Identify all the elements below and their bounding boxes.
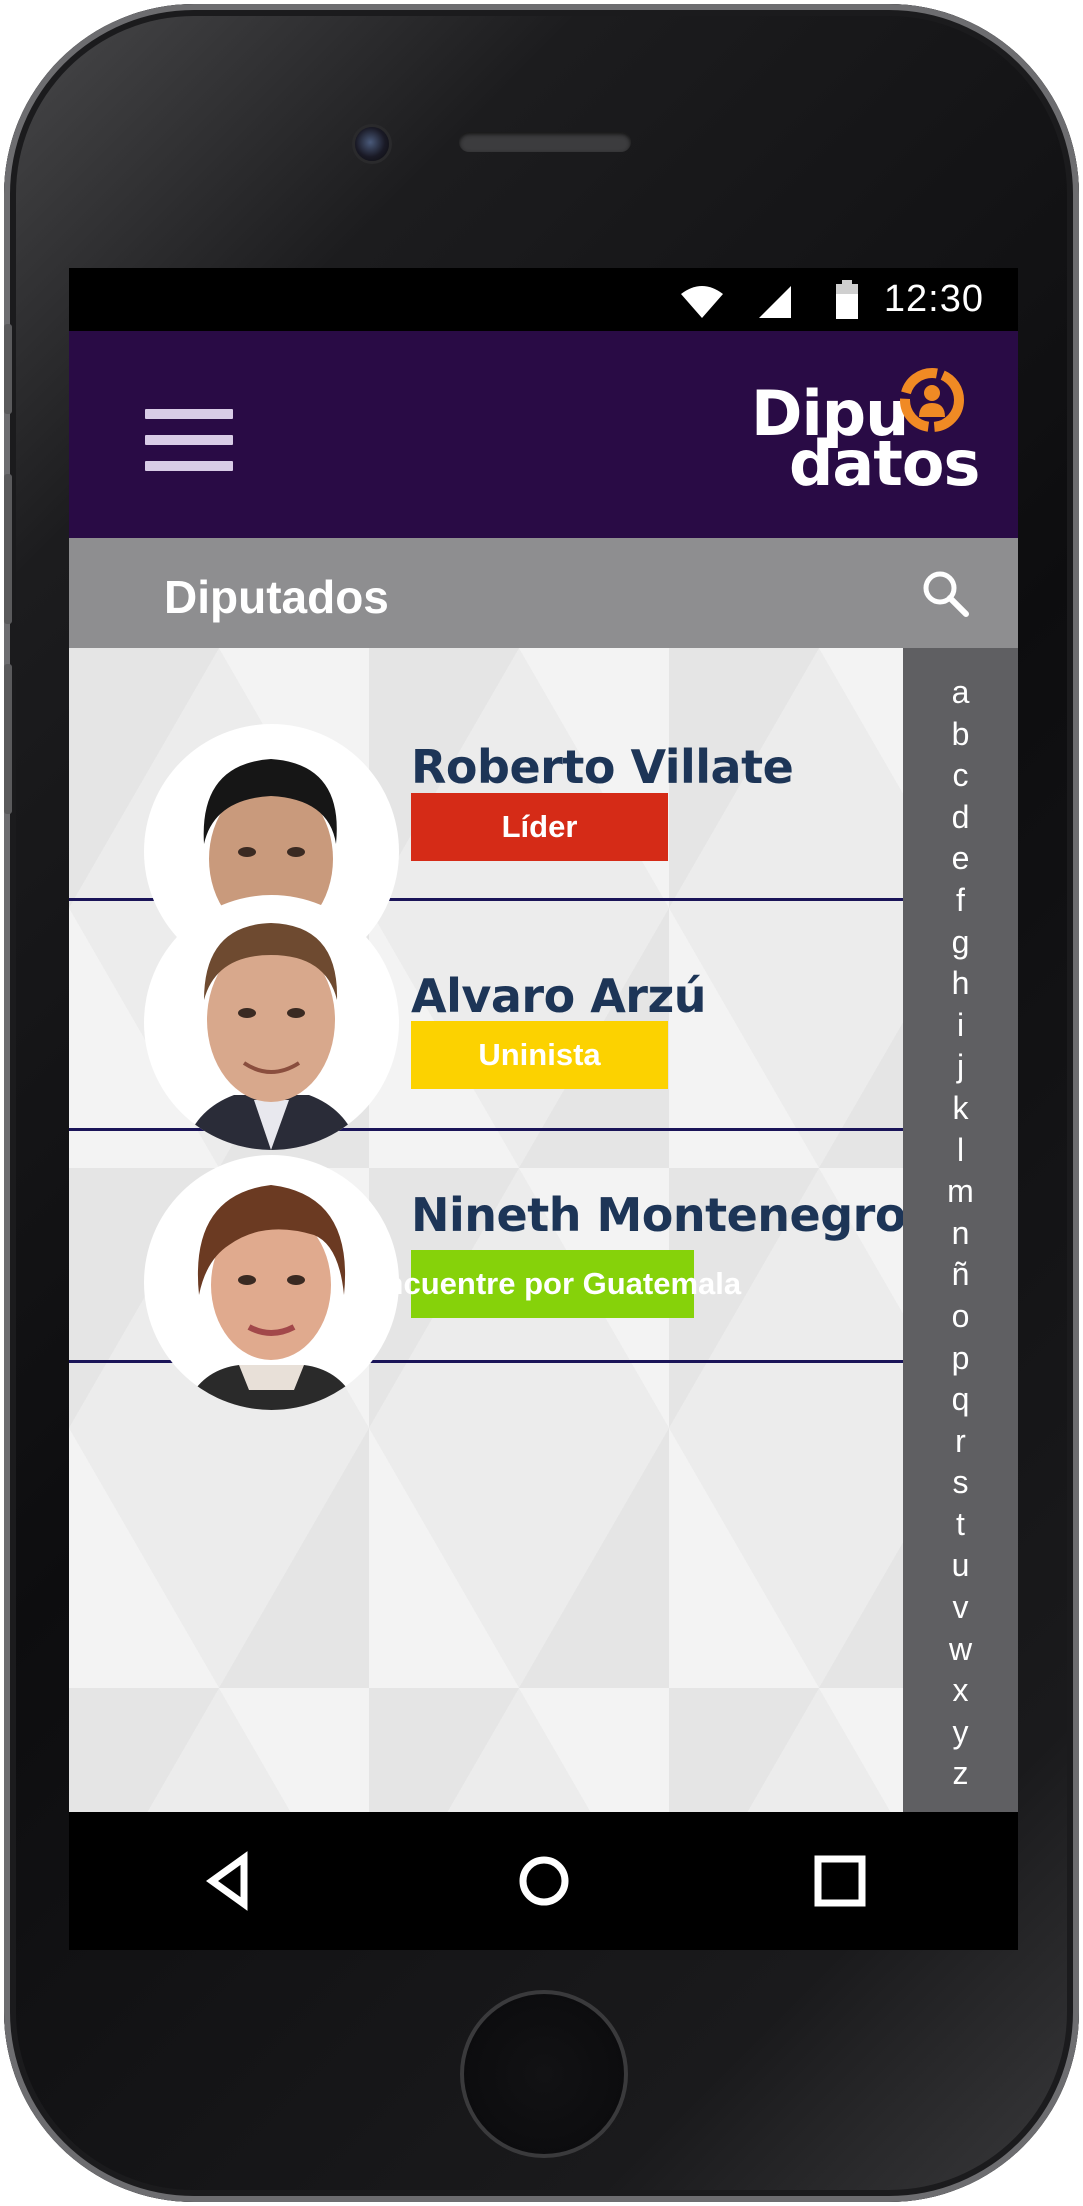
alphabet-letter[interactable]: u xyxy=(952,1545,970,1587)
deputies-list: Roberto Villate Líder Alvaro Arzú Uninis… xyxy=(69,648,906,1812)
alphabet-letter[interactable]: w xyxy=(949,1629,972,1671)
mute-switch xyxy=(4,324,12,414)
recents-icon[interactable] xyxy=(805,1846,875,1916)
alphabet-letter[interactable]: l xyxy=(957,1130,964,1172)
front-camera xyxy=(355,127,389,161)
alphabet-letter[interactable]: n xyxy=(952,1213,970,1255)
deputy-name: Alvaro Arzú xyxy=(411,969,707,1023)
alphabet-letter[interactable]: o xyxy=(952,1296,970,1338)
alphabet-letter[interactable]: z xyxy=(953,1753,969,1795)
alphabet-letter[interactable]: e xyxy=(952,838,970,880)
deputy-name: Roberto Villate xyxy=(411,740,794,794)
search-icon[interactable] xyxy=(920,568,970,618)
alphabet-letter[interactable]: p xyxy=(952,1338,970,1380)
alphabet-letter[interactable]: d xyxy=(952,797,970,839)
list-item[interactable]: Nineth Montenegro Encuentre por Guatemal… xyxy=(69,1131,906,1410)
avatar xyxy=(144,1155,399,1410)
app-header: Dipu datos xyxy=(69,331,1018,538)
volume-down-button xyxy=(4,664,12,814)
home-icon[interactable] xyxy=(509,1846,579,1916)
alphabet-letter[interactable]: k xyxy=(953,1088,969,1130)
back-icon[interactable] xyxy=(194,1846,264,1916)
battery-icon xyxy=(836,280,858,319)
volume-up-button xyxy=(4,474,12,624)
logo-person-chart-icon xyxy=(900,368,964,432)
list-item[interactable]: Roberto Villate Líder xyxy=(69,648,903,979)
alphabet-letter[interactable]: q xyxy=(952,1379,970,1421)
list-item[interactable]: Alvaro Arzú Uninista xyxy=(69,895,903,1150)
alphabet-letter[interactable]: y xyxy=(953,1712,969,1754)
alphabet-letter[interactable]: v xyxy=(953,1587,969,1629)
hardware-home-button[interactable] xyxy=(460,1990,628,2158)
alphabet-letter[interactable]: x xyxy=(953,1670,969,1712)
alphabet-letter[interactable]: r xyxy=(955,1421,966,1463)
alphabet-letter[interactable]: a xyxy=(952,672,970,714)
alphabet-letter[interactable]: ñ xyxy=(952,1254,970,1296)
page-title: Diputados xyxy=(164,571,389,623)
title-bar: Diputados xyxy=(69,538,1018,648)
alphabet-letter[interactable]: t xyxy=(956,1504,965,1546)
party-badge: Encuentre por Guatemala xyxy=(364,1250,741,1318)
alphabet-letter[interactable]: h xyxy=(952,963,970,1005)
navigation-bar xyxy=(69,1812,1018,1950)
party-badge: Uninista xyxy=(411,1021,668,1089)
app-logo: Dipu datos xyxy=(679,361,980,511)
phone-frame: 12:30 Dipu datos Diputados Roberto Villa… xyxy=(4,4,1079,2202)
status-time: 12:30 xyxy=(883,278,984,320)
hamburger-menu-icon[interactable] xyxy=(145,409,235,471)
alphabet-letter[interactable]: f xyxy=(956,880,965,922)
alphabet-letter[interactable]: g xyxy=(952,922,970,964)
alphabet-letter[interactable]: c xyxy=(953,755,969,797)
deputy-name: Nineth Montenegro xyxy=(411,1188,906,1242)
avatar xyxy=(144,895,399,1150)
logo-text-line2: datos xyxy=(789,427,980,500)
alphabet-letter[interactable]: s xyxy=(953,1462,969,1504)
status-bar: 12:30 xyxy=(69,268,1018,331)
app-screen: 12:30 Dipu datos Diputados Roberto Villa… xyxy=(69,268,1018,1950)
party-badge: Líder xyxy=(411,793,668,861)
earpiece-speaker xyxy=(459,132,631,152)
alphabet-letter[interactable]: j xyxy=(957,1046,964,1088)
alphabet-letter[interactable]: i xyxy=(957,1005,964,1047)
wifi-icon xyxy=(681,286,723,318)
alphabet-letter[interactable]: b xyxy=(952,714,970,756)
alphabet-index[interactable]: abcdefghijklmnñopqrstuvwxyz xyxy=(903,648,1018,1812)
alphabet-letter[interactable]: m xyxy=(947,1171,974,1213)
signal-icon xyxy=(759,286,791,318)
